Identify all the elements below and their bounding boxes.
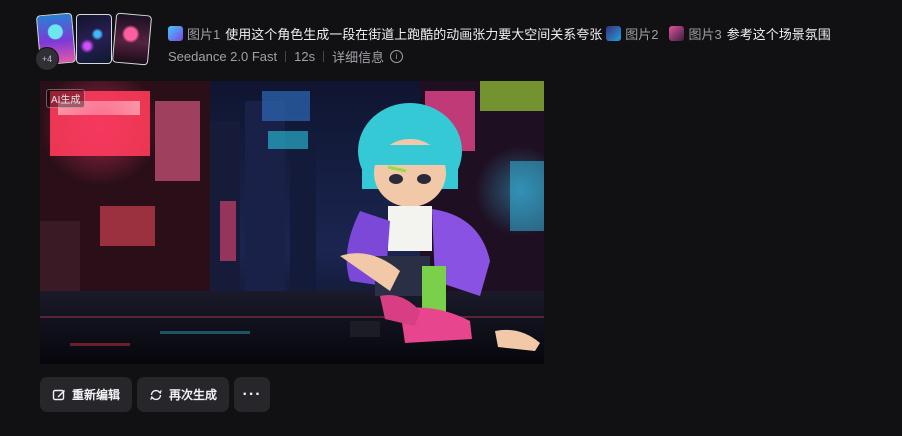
edit-icon [52, 389, 65, 400]
image-ref-3-label[interactable]: 图片3 [688, 24, 721, 43]
ai-generated-badge: AI生成 [46, 89, 86, 108]
more-icon: ··· [242, 385, 262, 403]
reference-image-3[interactable] [111, 12, 153, 66]
prompt-text-part-2: 参考这个场景氛围 [726, 27, 831, 42]
video-frame-illustration [40, 81, 544, 364]
reference-images[interactable]: +4 [35, 12, 154, 71]
image-ref-3-icon [669, 26, 685, 41]
regenerate-label: 再次生成 [169, 388, 218, 402]
regenerate-button[interactable]: 再次生成 [137, 377, 230, 412]
image-ref-2-label[interactable]: 图片2 [625, 24, 658, 43]
details-link[interactable]: 详细信息 [332, 47, 384, 66]
image-ref-2-icon [606, 26, 622, 41]
prompt-text: 图片1 使用这个角色生成一段在街道上跑酷的动画张力要大空间关系夸张 图片2 图片… [168, 24, 831, 43]
info-icon[interactable]: i [390, 50, 404, 63]
action-bar: 重新编辑 再次生成 ··· [40, 377, 271, 412]
more-options-button[interactable]: ··· [234, 377, 271, 412]
reference-count-badge: +4 [35, 47, 59, 71]
prompt-text-part-1: 使用这个角色生成一段在街道上跑酷的动画张力要大空间关系夸张 [225, 27, 603, 42]
re-edit-button[interactable]: 重新编辑 [40, 377, 133, 412]
divider [323, 51, 325, 62]
duration: 12s [294, 49, 316, 64]
generated-video[interactable]: AI生成 [40, 81, 544, 364]
image-ref-1-icon [168, 26, 183, 41]
divider [285, 51, 287, 62]
refresh-icon [150, 389, 162, 400]
image-ref-1-label[interactable]: 图片1 [187, 24, 220, 43]
reference-image-2[interactable] [76, 14, 112, 64]
re-edit-label: 重新编辑 [72, 388, 121, 402]
generation-meta: Seedance 2.0 Fast 12s 详细信息 i [168, 47, 404, 66]
model-name: Seedance 2.0 Fast [168, 49, 278, 64]
